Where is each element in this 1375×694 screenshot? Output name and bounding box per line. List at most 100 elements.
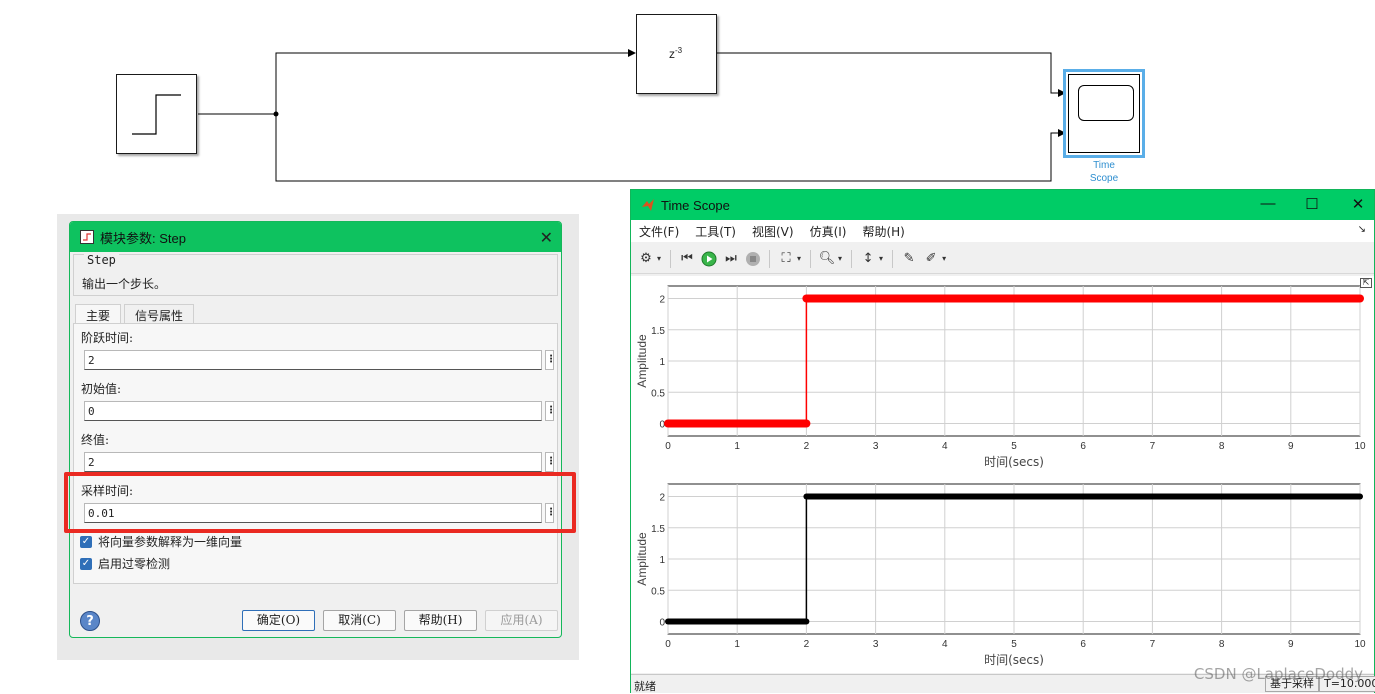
dropdown-icon[interactable]: ▾ bbox=[838, 254, 842, 263]
x-tick-label: 10 bbox=[1354, 639, 1366, 650]
x-tick-label: 5 bbox=[1011, 441, 1017, 452]
y-tick-label: 0.5 bbox=[651, 388, 665, 399]
toolbar-separator bbox=[851, 249, 853, 268]
branch-to-delay-line bbox=[275, 52, 628, 114]
dropdown-icon[interactable]: ▾ bbox=[942, 254, 946, 263]
x-tick-label: 4 bbox=[942, 441, 948, 452]
dropdown-icon[interactable]: ▾ bbox=[657, 254, 661, 263]
y-tick-label: 2 bbox=[659, 295, 665, 306]
dialog-title: 模块参数: Step bbox=[100, 230, 186, 246]
y-tick-label: 1 bbox=[659, 357, 665, 368]
delay-block[interactable]: z-3 bbox=[636, 14, 717, 94]
undock-icon[interactable]: ⇱ bbox=[1360, 278, 1372, 288]
scope-block-frame bbox=[1068, 74, 1140, 153]
x-tick-label: 7 bbox=[1150, 441, 1156, 452]
x-tick-label: 0 bbox=[665, 639, 671, 650]
close-icon[interactable]: ✕ bbox=[540, 228, 553, 248]
run-icon[interactable] bbox=[700, 250, 718, 268]
scope-label-line2: Scope bbox=[1089, 173, 1119, 184]
maximize-icon[interactable]: ☐ bbox=[1302, 195, 1322, 213]
menu-view[interactable]: 视图(V) bbox=[744, 223, 802, 240]
settings-icon[interactable]: ⚙ bbox=[637, 250, 655, 268]
time-scope-label: Time Scope bbox=[1075, 159, 1133, 185]
signal-selector-icon[interactable]: ⛶ bbox=[777, 250, 795, 268]
branch-to-scope-line bbox=[275, 114, 1059, 182]
toolbar-separator bbox=[670, 249, 672, 268]
scope-screen-icon bbox=[1078, 85, 1134, 121]
help-button[interactable]: 帮助(H) bbox=[404, 610, 477, 631]
sample-time-highlight bbox=[64, 472, 576, 533]
final-value-label: 终值: bbox=[81, 433, 110, 447]
stop-icon[interactable] bbox=[744, 250, 762, 268]
step-waveform-icon bbox=[132, 94, 181, 135]
x-tick-label: 10 bbox=[1354, 441, 1366, 452]
x-tick-label: 1 bbox=[734, 441, 740, 452]
zero-crossing-checkbox[interactable]: ✓ 启用过零检测 bbox=[80, 555, 170, 572]
x-tick-label: 3 bbox=[873, 639, 879, 650]
x-tick-label: 1 bbox=[734, 639, 740, 650]
more-options-icon[interactable]: ⋮ bbox=[545, 350, 556, 370]
step-block[interactable] bbox=[116, 74, 197, 154]
step-back-icon[interactable]: ⏮ bbox=[678, 250, 696, 268]
step-parameter-dialog: 模块参数: Step ✕ Step 输出一个步长。 主要 信号属性 阶跃时间: … bbox=[69, 221, 562, 638]
checkbox-checked-icon: ✓ bbox=[80, 557, 92, 570]
menu-help[interactable]: 帮助(H) bbox=[854, 223, 912, 240]
ok-button[interactable]: 确定(O) bbox=[242, 610, 315, 631]
step-time-label: 阶跃时间: bbox=[81, 331, 134, 345]
time-scope-window: Time Scope — ☐ ✕ 文件(F) 工具(T) 视图(V) 仿真(I)… bbox=[630, 189, 1375, 693]
scope-title-bar: Time Scope — ☐ ✕ bbox=[631, 190, 1374, 220]
x-tick-label: 3 bbox=[873, 441, 879, 452]
scale-axes-icon[interactable]: ↕ bbox=[859, 250, 877, 268]
time-scope-block[interactable] bbox=[1063, 69, 1145, 158]
initial-value-input[interactable]: 0 bbox=[84, 401, 542, 421]
cancel-button[interactable]: 取消(C) bbox=[323, 610, 396, 631]
watermark-text: CSDN @LaplaceDoddy bbox=[1193, 665, 1363, 683]
dock-arrow-icon[interactable]: ↘ bbox=[1358, 224, 1366, 235]
close-icon[interactable]: ✕ bbox=[1348, 195, 1368, 213]
y-tick-label: 1.5 bbox=[651, 524, 665, 535]
y-axis-label: Amplitude bbox=[635, 532, 649, 586]
scope-plot-area: ⇱ 0 1 2 3 4 5 6 7 8 9 10 0 0.5 1 1.5 2 时间(secs) Amplitude… bbox=[631, 276, 1374, 673]
dropdown-icon[interactable]: ▾ bbox=[797, 254, 801, 263]
branch-point bbox=[273, 111, 279, 117]
tab-panel-main: 阶跃时间: 2 ⋮ 初始值: 0 ⋮ 终值: 2 ⋮ 采样时间: 0.01 ⋮ … bbox=[73, 323, 558, 584]
more-options-icon[interactable]: ⋮ bbox=[545, 401, 556, 421]
initial-value-label: 初始值: bbox=[81, 382, 122, 396]
minimize-icon[interactable]: — bbox=[1258, 195, 1278, 212]
x-tick-label: 4 bbox=[942, 639, 948, 650]
x-tick-label: 8 bbox=[1219, 639, 1225, 650]
menu-file[interactable]: 文件(F) bbox=[631, 223, 687, 240]
delay-label: z-3 bbox=[669, 46, 682, 61]
x-axis-label: 时间(secs) bbox=[984, 653, 1044, 667]
step-forward-icon[interactable]: ⏭ bbox=[722, 250, 740, 268]
checkbox-checked-icon: ✓ bbox=[80, 535, 92, 548]
scope-menu-bar: 文件(F) 工具(T) 视图(V) 仿真(I) 帮助(H) ↘ bbox=[631, 220, 1374, 242]
measurements-icon[interactable]: ✐ bbox=[922, 250, 940, 268]
zoom-icon[interactable]: 🔍︎ bbox=[818, 250, 836, 268]
tab-main[interactable]: 主要 bbox=[75, 304, 122, 324]
x-tick-label: 6 bbox=[1080, 639, 1086, 650]
checkbox-label: 将向量参数解释为一维向量 bbox=[98, 535, 243, 549]
final-value-input[interactable]: 2 bbox=[84, 452, 542, 472]
toolbar-separator bbox=[892, 249, 894, 268]
more-options-icon[interactable]: ⋮ bbox=[545, 452, 556, 472]
apply-button[interactable]: 应用(A) bbox=[485, 610, 558, 631]
step-time-input[interactable]: 2 bbox=[84, 350, 542, 370]
x-axis-label: 时间(secs) bbox=[984, 455, 1044, 469]
help-glyph: ? bbox=[86, 614, 94, 629]
x-tick-label: 5 bbox=[1011, 639, 1017, 650]
interpret-vector-checkbox[interactable]: ✓ 将向量参数解释为一维向量 bbox=[80, 533, 242, 550]
description-group: Step 输出一个步长。 bbox=[73, 253, 558, 296]
tab-signal-attributes[interactable]: 信号属性 bbox=[124, 304, 195, 324]
menu-simulation[interactable]: 仿真(I) bbox=[802, 223, 855, 240]
highlight-icon[interactable]: ✎ bbox=[900, 250, 918, 268]
x-tick-label: 7 bbox=[1150, 639, 1156, 650]
dropdown-icon[interactable]: ▾ bbox=[879, 254, 883, 263]
matlab-logo-icon bbox=[642, 199, 654, 211]
y-tick-label: 1 bbox=[659, 555, 665, 566]
x-tick-label: 0 bbox=[665, 441, 671, 452]
help-icon[interactable]: ? bbox=[80, 611, 100, 631]
menu-tools[interactable]: 工具(T) bbox=[687, 223, 744, 240]
x-tick-label: 2 bbox=[804, 639, 810, 650]
x-tick-label: 9 bbox=[1288, 441, 1294, 452]
